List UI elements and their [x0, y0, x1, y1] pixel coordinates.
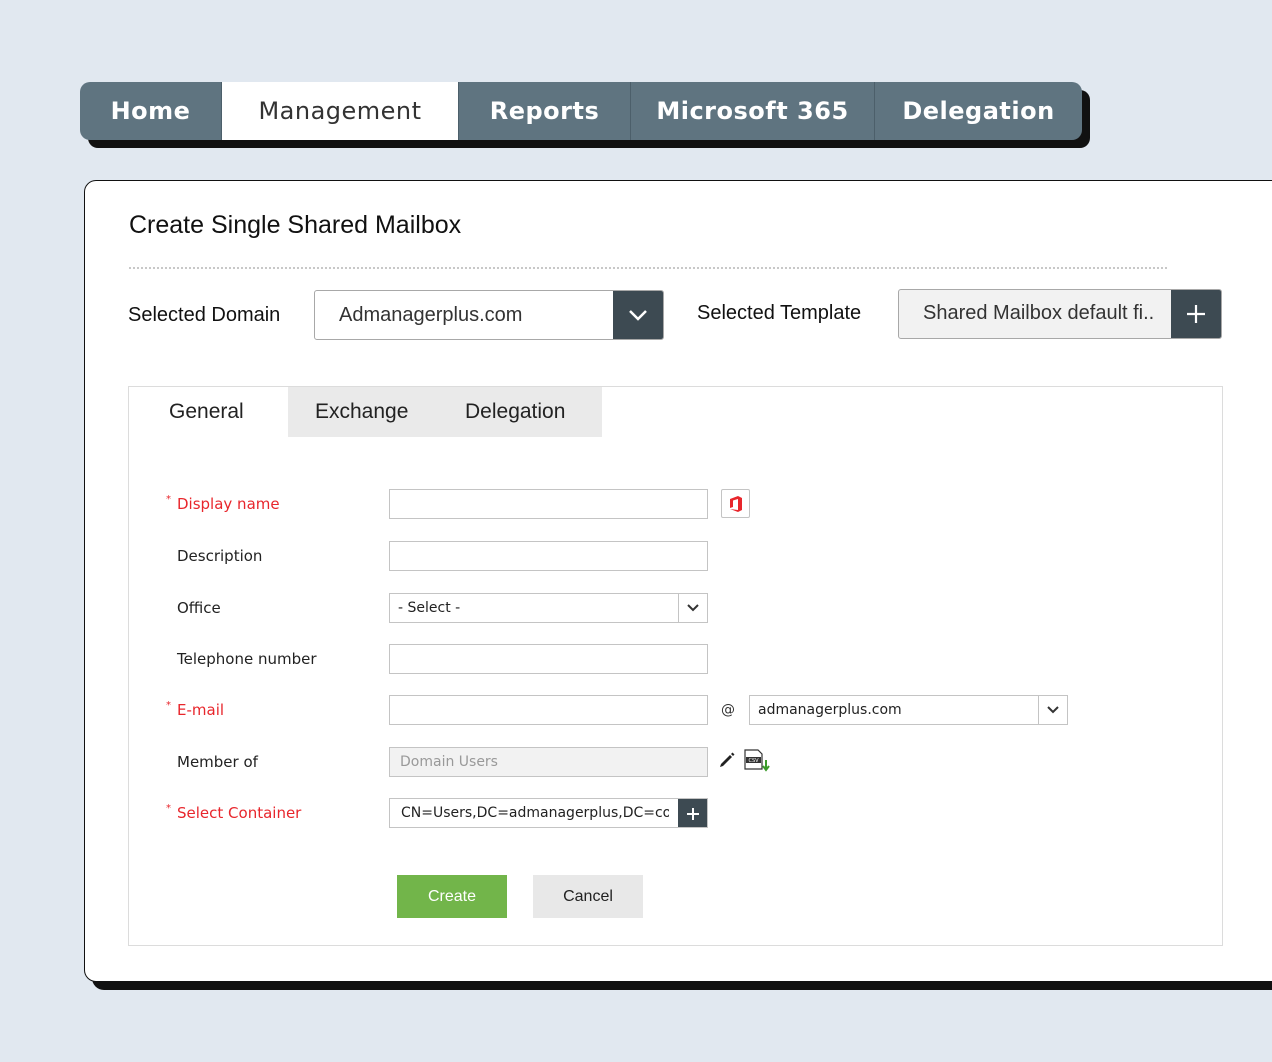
email-field[interactable]: [389, 695, 708, 725]
telephone-field[interactable]: [389, 644, 708, 674]
csv-import-icon[interactable]: CSV: [744, 749, 772, 773]
tab-management[interactable]: Management: [222, 82, 459, 140]
create-mailbox-panel: Create Single Shared Mailbox Selected Do…: [84, 180, 1272, 982]
selected-template-label: Selected Template: [697, 302, 862, 324]
member-of-value: Domain Users: [400, 754, 498, 770]
title-divider: [129, 267, 1167, 269]
page-title: Create Single Shared Mailbox: [129, 211, 462, 239]
display-name-label: Display name: [166, 494, 280, 513]
selected-domain-label: Selected Domain: [128, 304, 281, 326]
tab-exchange[interactable]: Exchange: [288, 387, 440, 437]
description-label: Description: [177, 547, 263, 565]
tab-delegation-inner[interactable]: Delegation: [440, 387, 602, 437]
svg-text:CSV: CSV: [748, 758, 759, 764]
description-field[interactable]: [389, 541, 708, 571]
main-nav: Home Management Reports Microsoft 365 De…: [80, 82, 1082, 140]
display-name-field[interactable]: [389, 489, 708, 519]
add-template-button[interactable]: [1171, 290, 1221, 338]
tab-general[interactable]: General: [129, 387, 288, 437]
at-sign: @: [721, 702, 735, 718]
member-of-field: Domain Users: [389, 747, 708, 777]
form-tabs: General Exchange Delegation: [129, 387, 602, 437]
chevron-down-icon[interactable]: [613, 291, 663, 339]
template-select[interactable]: Shared Mailbox default fi..: [898, 289, 1222, 339]
add-container-button[interactable]: [678, 799, 707, 827]
plus-icon: [1187, 305, 1205, 323]
email-label: E-mail: [166, 700, 224, 719]
email-domain-value: admanagerplus.com: [758, 702, 902, 718]
office-select[interactable]: - Select -: [389, 593, 708, 623]
create-button[interactable]: Create: [397, 875, 507, 918]
member-of-label: Member of: [177, 753, 258, 771]
tab-delegation[interactable]: Delegation: [875, 82, 1082, 140]
email-domain-select[interactable]: admanagerplus.com: [749, 695, 1068, 725]
form-area: General Exchange Delegation Display name…: [128, 386, 1223, 946]
office-select-value: - Select -: [398, 600, 461, 616]
container-value: CN=Users,DC=admanagerplus,DC=com: [401, 805, 669, 821]
template-value: Shared Mailbox default fi..: [923, 302, 1155, 324]
tab-home[interactable]: Home: [80, 82, 222, 140]
office365-icon[interactable]: [721, 489, 750, 518]
pencil-icon[interactable]: [719, 752, 735, 768]
cancel-button[interactable]: Cancel: [533, 875, 643, 918]
container-field[interactable]: CN=Users,DC=admanagerplus,DC=com: [389, 798, 708, 828]
domain-select-value: Admanagerplus.com: [339, 304, 523, 326]
plus-icon: [686, 807, 699, 820]
chevron-down-icon[interactable]: [678, 594, 707, 622]
office-label: Office: [177, 599, 221, 617]
tab-reports[interactable]: Reports: [459, 82, 631, 140]
tab-microsoft-365[interactable]: Microsoft 365: [631, 82, 875, 140]
domain-select[interactable]: Admanagerplus.com: [314, 290, 664, 340]
telephone-label: Telephone number: [177, 650, 317, 668]
chevron-down-icon[interactable]: [1038, 696, 1067, 724]
container-label: Select Container: [166, 803, 301, 822]
